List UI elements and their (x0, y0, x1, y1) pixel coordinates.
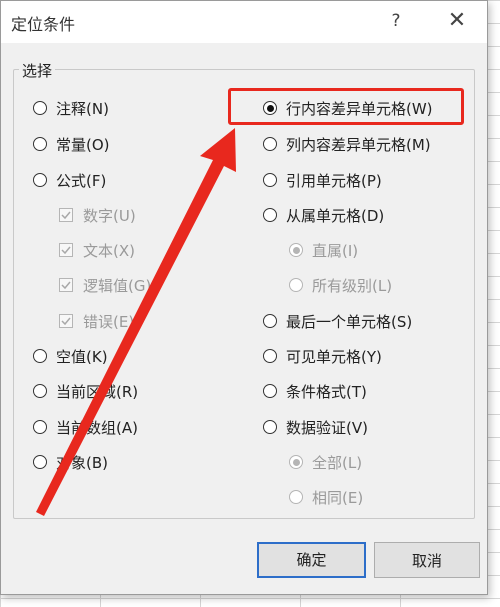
radio-label: 直属(I) (312, 241, 359, 260)
radio-circle[interactable] (289, 490, 303, 504)
help-button[interactable]: ? (381, 7, 411, 35)
radio-label: 相同(E) (312, 488, 364, 507)
radio-formulas[interactable]: 公式(F) (33, 169, 106, 191)
radio-circle[interactable] (263, 349, 277, 363)
radio-validation-same[interactable]: 相同(E) (289, 486, 363, 508)
radio-label: 常量(O) (56, 135, 110, 154)
radio-validation-all[interactable]: 全部(L) (289, 451, 362, 473)
checkbox-label: 逻辑值(G) (83, 276, 152, 295)
radio-label: 空值(K) (56, 347, 108, 366)
radio-label: 最后一个单元格(S) (286, 312, 413, 331)
close-button[interactable]: ✕ (442, 7, 472, 35)
radio-circle[interactable] (289, 278, 303, 292)
radio-data-validation[interactable]: 数据验证(V) (263, 416, 368, 438)
radio-circle[interactable] (33, 349, 47, 363)
radio-current-region[interactable]: 当前区域(R) (33, 380, 138, 402)
radio-circle[interactable] (33, 455, 47, 469)
radio-current-array[interactable]: 当前数组(A) (33, 416, 138, 438)
go-to-special-dialog: 定位条件 ? ✕ 选择 注释(N) 常量(O) 公式(F) 数字(U) 文本(X… (0, 0, 488, 595)
radio-circle[interactable] (263, 137, 277, 151)
select-group-label: 选择 (19, 60, 56, 81)
checkbox-logicals[interactable]: 逻辑值(G) (59, 274, 151, 296)
radio-objects[interactable]: 对象(B) (33, 451, 108, 473)
cancel-button[interactable]: 取消 (374, 542, 480, 578)
radio-circle[interactable] (33, 137, 47, 151)
radio-blanks[interactable]: 空值(K) (33, 345, 108, 367)
radio-label: 引用单元格(P) (286, 171, 382, 190)
radio-circle[interactable] (33, 173, 47, 187)
radio-label: 当前数组(A) (56, 418, 138, 437)
radio-label: 数据验证(V) (286, 418, 368, 437)
radio-precedents[interactable]: 引用单元格(P) (263, 169, 382, 191)
checkmark-icon[interactable] (59, 314, 73, 328)
radio-circle[interactable] (33, 420, 47, 434)
radio-visible-cells[interactable]: 可见单元格(Y) (263, 345, 382, 367)
radio-circle-selected[interactable] (289, 243, 303, 257)
dialog-title: 定位条件 (11, 15, 76, 34)
checkbox-label: 数字(U) (83, 206, 136, 225)
radio-direct-only[interactable]: 直属(I) (289, 239, 358, 261)
radio-label: 全部(L) (312, 453, 363, 472)
checkmark-icon[interactable] (59, 278, 73, 292)
radio-label: 当前区域(R) (56, 382, 139, 401)
radio-label: 条件格式(T) (286, 382, 367, 401)
checkmark-icon[interactable] (59, 208, 73, 222)
radio-label: 注释(N) (56, 99, 109, 118)
radio-circle-selected[interactable] (289, 455, 303, 469)
checkbox-label: 文本(X) (83, 241, 135, 260)
highlight-box (228, 88, 464, 125)
radio-label: 可见单元格(Y) (286, 347, 382, 366)
radio-label: 列内容差异单元格(M) (286, 135, 431, 154)
checkbox-errors[interactable]: 错误(E) (59, 310, 134, 332)
radio-circle[interactable] (33, 384, 47, 398)
radio-label: 所有级别(L) (312, 276, 393, 295)
radio-conditional-formats[interactable]: 条件格式(T) (263, 380, 367, 402)
radio-label: 从属单元格(D) (286, 206, 385, 225)
radio-label: 公式(F) (56, 171, 107, 190)
ok-button[interactable]: 确定 (257, 542, 366, 578)
radio-circle[interactable] (263, 173, 277, 187)
checkbox-numbers[interactable]: 数字(U) (59, 204, 136, 226)
checkmark-icon[interactable] (59, 243, 73, 257)
radio-column-differences[interactable]: 列内容差异单元格(M) (263, 133, 431, 155)
checkbox-label: 错误(E) (83, 312, 135, 331)
checkbox-text[interactable]: 文本(X) (59, 239, 135, 261)
radio-label: 对象(B) (56, 453, 108, 472)
radio-circle[interactable] (263, 420, 277, 434)
radio-last-cell[interactable]: 最后一个单元格(S) (263, 310, 412, 332)
radio-all-levels[interactable]: 所有级别(L) (289, 274, 392, 296)
radio-circle[interactable] (263, 208, 277, 222)
radio-constants[interactable]: 常量(O) (33, 133, 110, 155)
radio-circle[interactable] (263, 384, 277, 398)
radio-circle[interactable] (33, 101, 47, 115)
title-bar: 定位条件 ? ✕ (1, 1, 487, 43)
radio-dependents[interactable]: 从属单元格(D) (263, 204, 384, 226)
radio-comments[interactable]: 注释(N) (33, 97, 109, 119)
radio-circle[interactable] (263, 314, 277, 328)
